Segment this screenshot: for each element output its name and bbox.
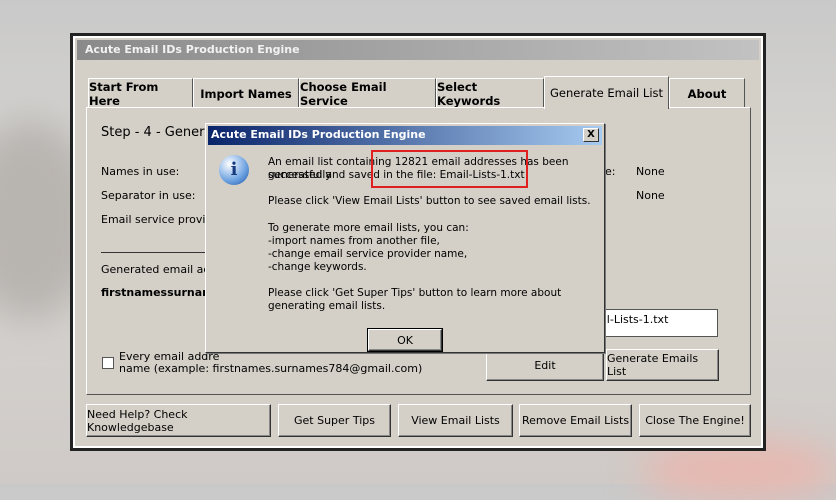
- dialog-message-line: -change keywords.: [268, 261, 367, 273]
- dialog-message-line: -import names from another file,: [268, 235, 440, 247]
- dialog-message-line: To generate more email lists, you can:: [268, 222, 469, 234]
- tab-start-from-here[interactable]: Start From Here: [88, 78, 193, 108]
- ok-button[interactable]: OK: [367, 328, 443, 352]
- generated-label: Generated email addr: [101, 263, 222, 276]
- checkbox[interactable]: [102, 357, 114, 369]
- dialog-close-button[interactable]: X: [583, 128, 599, 142]
- divider: [101, 252, 211, 253]
- generate-emails-list-button[interactable]: Generate Emails List: [606, 349, 719, 381]
- dialog-title: Acute Email IDs Production Engine: [211, 128, 426, 141]
- dialog-message-line: generating email lists.: [268, 300, 386, 312]
- dialog-title-bar: Acute Email IDs Production Engine X: [208, 126, 602, 145]
- view-email-lists-button[interactable]: View Email Lists: [398, 404, 513, 437]
- tab-import-names[interactable]: Import Names: [193, 78, 299, 108]
- highlight-box: [371, 150, 528, 188]
- info-icon: i: [219, 155, 249, 185]
- dialog-message-line: Please click 'View Email Lists' button t…: [268, 195, 591, 207]
- tab-select-keywords[interactable]: Select Keywords: [436, 78, 544, 108]
- close-engine-button[interactable]: Close The Engine!: [639, 404, 751, 437]
- names-label: Names in use:: [101, 165, 180, 178]
- tab-choose-email-service[interactable]: Choose Email Service: [299, 78, 436, 108]
- separator-label: Separator in use:: [101, 189, 196, 202]
- window-title: Acute Email IDs Production Engine: [77, 40, 759, 60]
- dialog-message-line: -change email service provider name,: [268, 248, 468, 260]
- file-name-field[interactable]: ail-Lists-1.txt: [592, 309, 718, 337]
- tab-about[interactable]: About: [669, 78, 745, 108]
- remove-email-lists-button[interactable]: Remove Email Lists: [519, 404, 632, 437]
- checkbox-label: Every email addre name (example: firstnam…: [119, 350, 423, 375]
- right-label: e:: [605, 165, 616, 178]
- super-tips-button[interactable]: Get Super Tips: [278, 404, 391, 437]
- tab-generate-email-list[interactable]: Generate Email List: [544, 76, 669, 109]
- example-format: firstnamessurnam: [101, 286, 214, 299]
- step-heading: Step - 4 - Gener: [101, 125, 205, 140]
- value-none-2: None: [636, 189, 665, 202]
- help-button[interactable]: Need Help? Check Knowledgebase: [86, 404, 271, 437]
- value-none-1: None: [636, 165, 665, 178]
- dialog-message-line: Please click 'Get Super Tips' button to …: [268, 287, 562, 299]
- edit-button[interactable]: Edit: [486, 349, 604, 381]
- success-dialog: Acute Email IDs Production Engine X i An…: [205, 123, 605, 353]
